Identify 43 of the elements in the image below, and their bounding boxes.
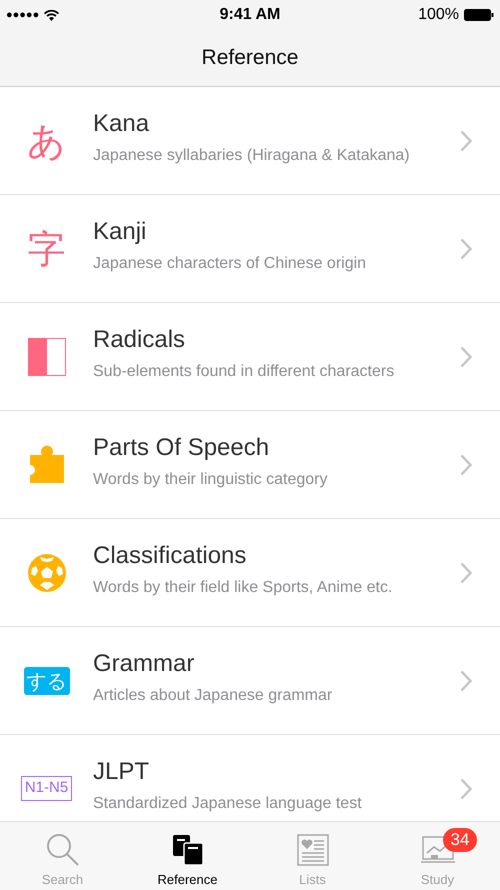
- chevron-icon: [460, 238, 472, 260]
- row-subtitle: Japanese characters of Chinese origin: [93, 255, 368, 273]
- chevron-icon: [460, 670, 472, 692]
- row-title: Kanji: [93, 218, 148, 246]
- row-subtitle: Articles about Japanese grammar: [93, 687, 334, 705]
- glyph-icon: 字: [28, 230, 66, 268]
- chevron-icon: [460, 130, 472, 152]
- row-title: JLPT: [93, 758, 150, 786]
- row-title: Kana: [93, 110, 150, 138]
- wifi-icon: [44, 10, 60, 20]
- books-icon: [172, 834, 204, 866]
- text-badge-icon: N1-N5: [20, 776, 72, 801]
- list-row[interactable]: Classifications Words by their field like Sports, Anime etc.: [0, 519, 500, 627]
- row-subtitle: Words by their field like Sports, Anime etc.: [93, 579, 394, 597]
- battery-icon: [464, 9, 494, 21]
- text-badge-icon: する: [24, 666, 70, 694]
- row-title: Radicals: [93, 326, 186, 354]
- list-row[interactable]: あ Kana Japanese syllabaries (Hiragana & Katakana): [0, 87, 500, 195]
- row-title: Classifications: [93, 542, 248, 570]
- list-row[interactable]: 字 Kanji Japanese characters of Chinese origin: [0, 195, 500, 303]
- tab-bar-item[interactable]: 34 Study: [375, 822, 500, 890]
- chevron-icon: [460, 562, 472, 584]
- row-subtitle: Words by their linguistic category: [93, 471, 328, 489]
- newspaper-icon: [296, 834, 328, 866]
- status-time: 9:41 AM: [220, 6, 280, 24]
- list-row[interactable]: する Grammar Articles about Japanese grammar: [0, 627, 500, 735]
- list-row[interactable]: Radicals Sub-elements found in different characters: [0, 303, 500, 411]
- tab-bar-item[interactable]: Reference: [125, 822, 250, 890]
- row-title: Parts Of Speech: [93, 434, 270, 462]
- battery-percent: 100%: [418, 6, 459, 24]
- chevron-icon: [460, 346, 472, 368]
- chevron-icon: [460, 778, 472, 800]
- nav-title: Reference: [202, 46, 298, 70]
- list-row[interactable]: Parts Of Speech Words by their linguistic category: [0, 411, 500, 519]
- glyph-icon: あ: [27, 122, 66, 160]
- signal-dots: ●●●●●: [6, 9, 40, 21]
- row-subtitle: Standardized Japanese language test: [93, 795, 363, 813]
- chevron-icon: [460, 454, 472, 476]
- row-subtitle: Sub-elements found in different characters: [93, 363, 396, 381]
- row-title: Grammar: [93, 650, 196, 678]
- notification-badge: 34: [442, 828, 478, 852]
- search-icon: [46, 833, 80, 867]
- row-subtitle: Japanese syllabaries (Hiragana & Katakana): [93, 147, 411, 165]
